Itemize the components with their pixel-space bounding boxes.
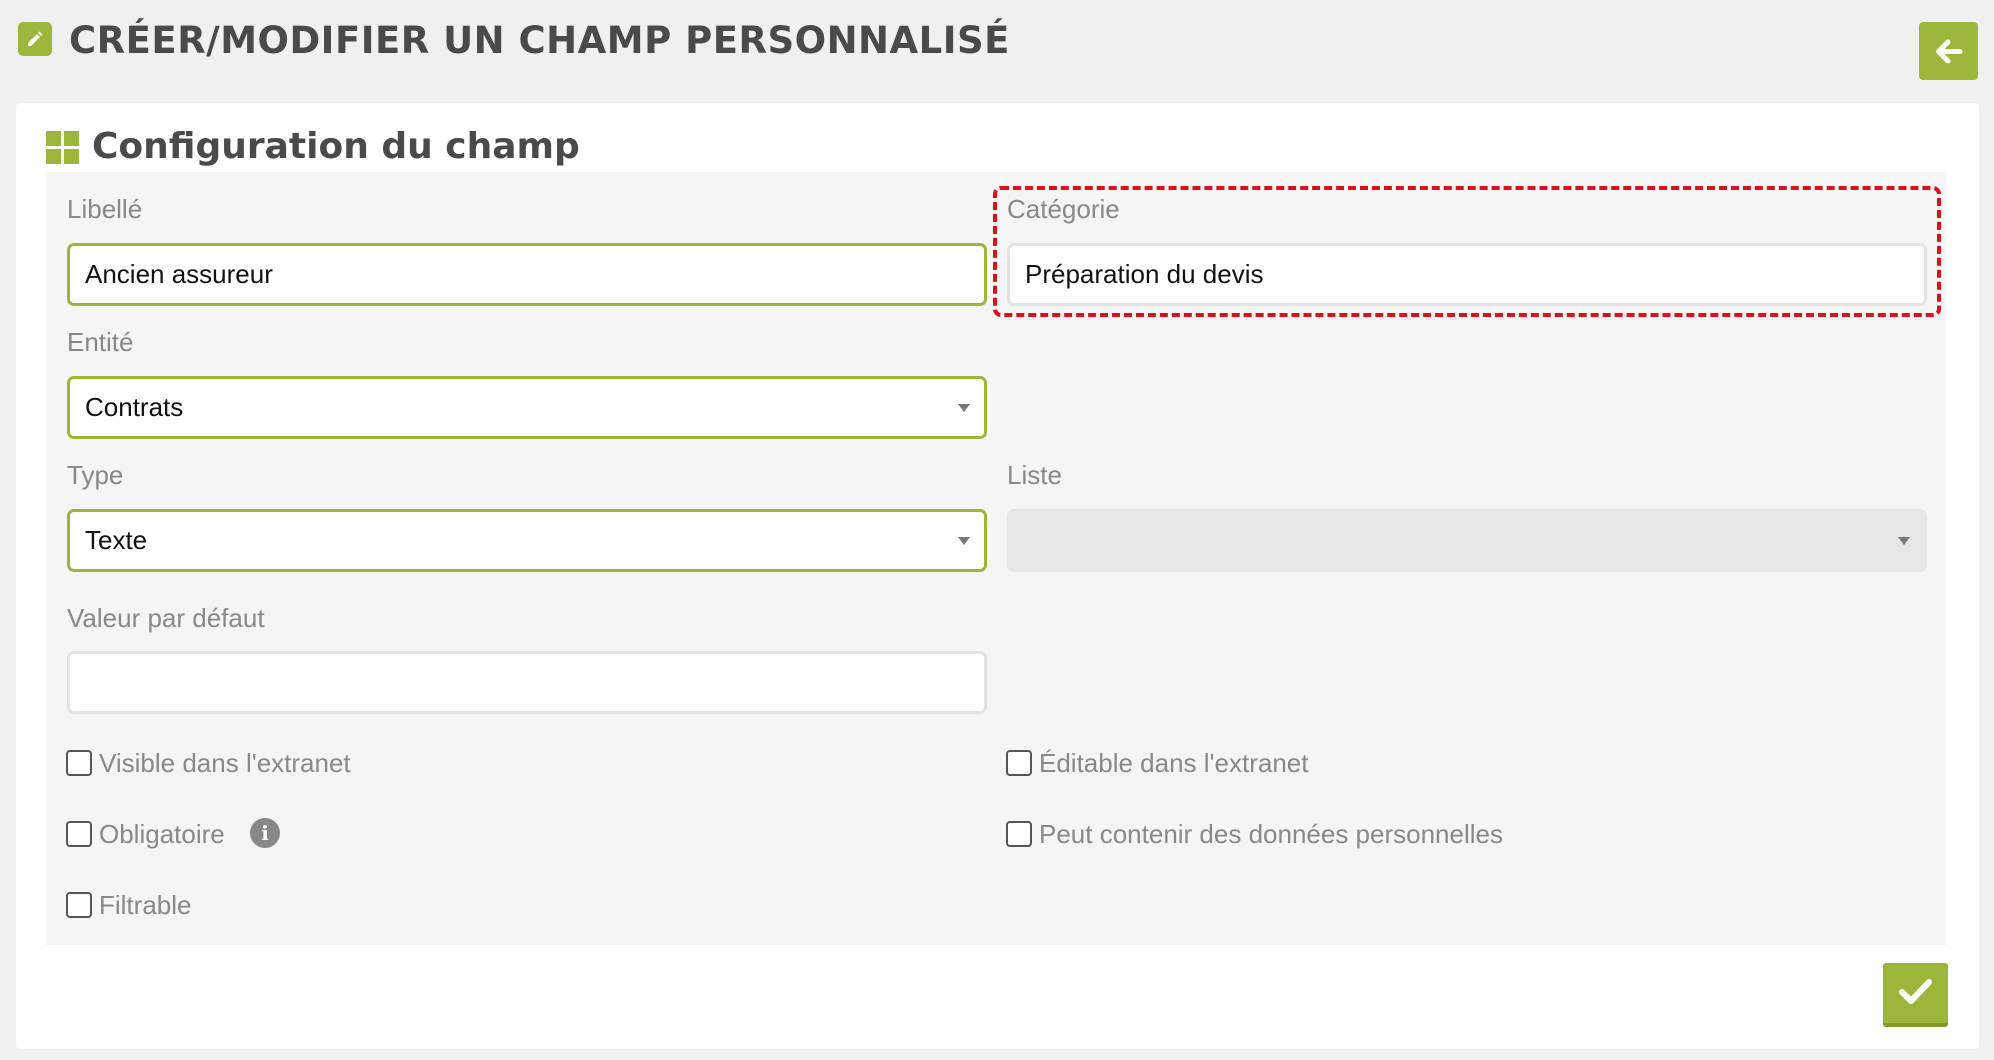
libelle-value: Ancien assureur [85,259,273,289]
editable-extranet-label: Éditable dans l'extranet [1039,748,1309,778]
config-panel: Configuration du champ Libellé Ancien as… [16,103,1979,1049]
info-icon[interactable]: i [250,818,280,848]
type-label: Type [67,460,124,490]
entite-value: Contrats [85,392,184,422]
form-area: Libellé Ancien assureur Catégorie Prépar… [46,172,1946,945]
liste-select[interactable] [1007,509,1927,572]
back-button[interactable] [1919,22,1978,80]
type-select[interactable]: Texte [67,509,987,572]
visible-extranet-label: Visible dans l'extranet [99,748,351,778]
panel-title: Configuration du champ [92,126,580,167]
entite-select[interactable]: Contrats [67,376,987,439]
obligatoire-label: Obligatoire [99,819,225,849]
libelle-input[interactable]: Ancien assureur [67,243,987,306]
filtrable-checkbox[interactable] [66,892,92,918]
donnees-personnelles-label: Peut contenir des données personnelles [1039,819,1503,849]
donnees-personnelles-checkbox[interactable] [1006,821,1032,847]
page-title: CRÉER/MODIFIER UN CHAMP PERSONNALISÉ [69,19,1010,62]
checkmark-icon [1899,979,1932,1004]
liste-label: Liste [1007,460,1062,490]
categorie-value: Préparation du devis [1025,259,1264,289]
categorie-label: Catégorie [1007,194,1120,224]
valeur-defaut-input[interactable] [67,651,987,714]
chevron-down-icon [1898,537,1910,545]
type-value: Texte [85,525,148,555]
save-button[interactable] [1883,963,1948,1023]
filtrable-label: Filtrable [99,890,192,920]
categorie-input[interactable]: Préparation du devis [1007,243,1927,306]
arrow-left-icon [1936,39,1963,64]
chevron-down-icon [958,537,970,545]
chevron-down-icon [958,404,970,412]
valeur-defaut-label: Valeur par défaut [67,603,265,633]
page-header: CRÉER/MODIFIER UN CHAMP PERSONNALISÉ [16,12,1978,82]
entite-label: Entité [67,327,134,357]
visible-extranet-checkbox[interactable] [66,750,92,776]
libelle-label: Libellé [67,194,143,224]
editable-extranet-checkbox[interactable] [1006,750,1032,776]
grid-icon [46,131,80,165]
edit-icon [18,22,52,56]
obligatoire-checkbox[interactable] [66,821,92,847]
